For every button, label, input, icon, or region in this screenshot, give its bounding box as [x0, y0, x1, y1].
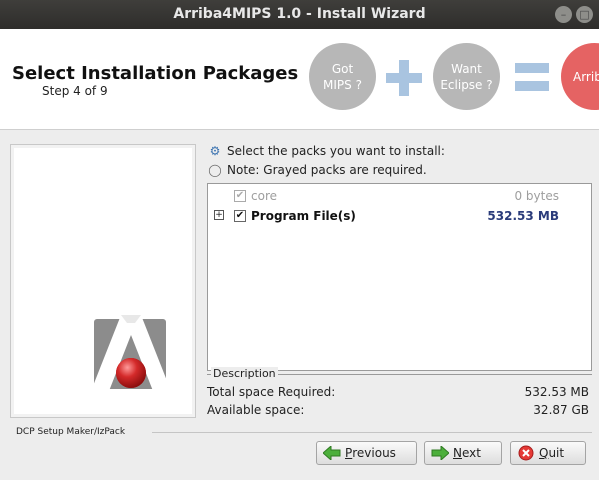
previous-button[interactable]: Previous	[316, 441, 417, 465]
arrow-right-icon	[431, 445, 449, 461]
previous-label: revious	[352, 446, 396, 460]
instruction-text: Select the packs you want to install:	[227, 144, 445, 158]
window-title: Arriba4MIPS 1.0 - Install Wizard	[173, 6, 426, 22]
side-image-panel	[10, 144, 196, 418]
equals-icon	[515, 63, 549, 93]
gear-icon: ⚙	[209, 144, 221, 158]
bubble-line: Arrib	[573, 69, 599, 84]
expand-icon[interactable]: +	[214, 210, 224, 220]
page-title: Select Installation Packages	[12, 63, 299, 84]
step-indicator: Step 4 of 9	[42, 84, 108, 98]
bubble-line: Eclipse ?	[440, 77, 493, 92]
got-mips-bubble: Got MIPS ?	[309, 43, 376, 110]
program-files-checkbox[interactable]: ✔	[234, 210, 246, 222]
space-available-label: Available space:	[207, 403, 305, 417]
space-required-value: 532.53 MB	[524, 385, 589, 399]
next-button[interactable]: Next	[424, 441, 502, 465]
plus-icon	[386, 60, 422, 96]
brand-label: DCP Setup Maker/IzPack	[16, 427, 126, 437]
pack-size: 0 bytes	[514, 189, 559, 203]
packs-tree[interactable]: ✔ core 0 bytes + ✔ Program File(s) 532.5…	[207, 183, 592, 371]
space-available-value: 32.87 GB	[533, 403, 589, 417]
description-label: Description	[211, 367, 278, 380]
bubble-line: MIPS ?	[323, 77, 362, 92]
note-text: Note: Grayed packs are required.	[227, 163, 427, 177]
previous-mnemonic: P	[345, 446, 353, 460]
space-available-line: Available space: 32.87 GB	[207, 403, 592, 417]
lightbulb-icon: ◯	[208, 163, 222, 177]
note-line: ◯ Note: Grayed packs are required.	[208, 163, 427, 177]
minimize-button[interactable]: –	[555, 6, 572, 23]
arriba-bubble: Arrib	[561, 43, 599, 110]
core-checkbox: ✔	[234, 190, 246, 202]
maximize-button[interactable]: □	[576, 6, 593, 23]
pack-name: Program File(s)	[251, 209, 356, 223]
bubble-line: Got	[331, 61, 354, 76]
title-bar: Arriba4MIPS 1.0 - Install Wizard – □	[0, 0, 599, 29]
space-required-label: Total space Required:	[207, 385, 336, 399]
quit-mnemonic: Q	[539, 446, 549, 460]
quit-button[interactable]: Quit	[510, 441, 586, 465]
pack-name: core	[251, 189, 277, 203]
footer-divider	[152, 432, 592, 433]
description-group: Description	[207, 367, 592, 384]
pack-row-core[interactable]: ✔ core 0 bytes	[208, 186, 591, 206]
want-eclipse-bubble: Want Eclipse ?	[433, 43, 500, 110]
pack-row-program-files[interactable]: + ✔ Program File(s) 532.53 MB	[208, 206, 591, 226]
arriba-logo-icon	[91, 315, 171, 391]
close-icon	[517, 445, 535, 461]
bubble-line: Want	[451, 61, 482, 76]
arrow-left-icon	[323, 445, 341, 461]
wizard-header: Select Installation Packages Step 4 of 9…	[0, 29, 599, 130]
quit-label: uit	[548, 446, 565, 460]
space-required-line: Total space Required: 532.53 MB	[207, 385, 592, 399]
instruction-line: ⚙ Select the packs you want to install:	[208, 144, 445, 158]
pack-size: 532.53 MB	[487, 209, 559, 223]
next-mnemonic: N	[453, 446, 462, 460]
next-label: ext	[461, 446, 481, 460]
